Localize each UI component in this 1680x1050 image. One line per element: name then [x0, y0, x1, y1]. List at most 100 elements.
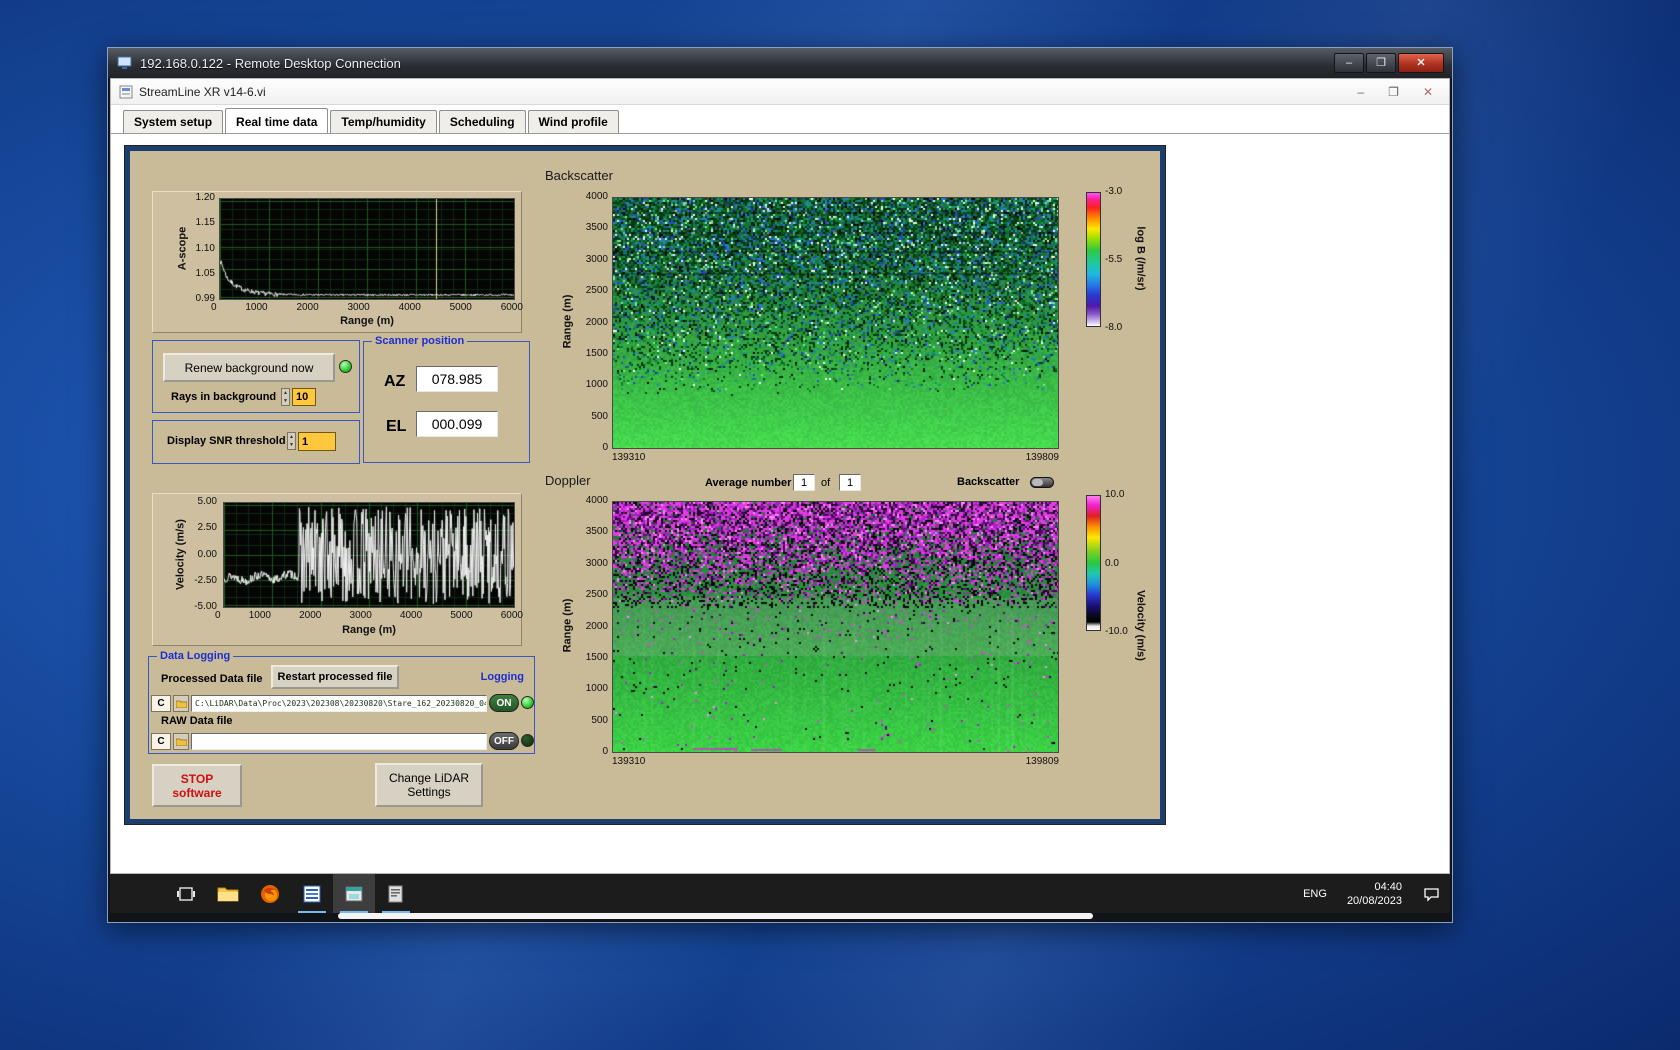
- rdp-maximize-button[interactable]: ❐: [1366, 53, 1396, 73]
- processed-browse-button[interactable]: [173, 695, 189, 712]
- rdp-window-controls: – ❐ ✕: [1334, 53, 1444, 73]
- firefox-icon: [261, 884, 279, 903]
- tick-label: 4000: [585, 191, 608, 202]
- folder-icon: [175, 700, 187, 708]
- rays-spinner[interactable]: ▲ ▼: [281, 388, 290, 406]
- app-titlebar[interactable]: StreamLine XR v14-6.vi – ❐ ✕: [111, 79, 1449, 105]
- restart-processed-file-button[interactable]: Restart processed file: [271, 665, 399, 689]
- tick-label: 1500: [585, 347, 608, 359]
- doppler-colorbar: [1086, 495, 1101, 631]
- rdp-titlebar[interactable]: 192.168.0.122 - Remote Desktop Connectio…: [108, 48, 1452, 78]
- backscatter-y-ticks: 4000 3500 3000 2500 2000 1500 1000 500 0: [570, 191, 608, 453]
- app-restore-button[interactable]: ❐: [1388, 85, 1399, 99]
- velocity-graph: Velocity (m/s) 5.00 2.50 0.00 -2.50 -5.00 01…: [152, 493, 523, 646]
- raw-logging-toggle[interactable]: OFF: [489, 732, 519, 750]
- tick-label: 4000: [399, 610, 423, 621]
- spin-up-icon[interactable]: ▲: [288, 433, 295, 441]
- scanner-position-group: Scanner position AZ 078.985 EL 000.099: [363, 335, 530, 463]
- raw-path-field[interactable]: [191, 733, 487, 750]
- app-close-button[interactable]: ✕: [1423, 85, 1433, 99]
- tab-scheduling[interactable]: Scheduling: [438, 110, 526, 133]
- processed-drive-selector[interactable]: C: [151, 695, 171, 712]
- tick-label: -8.0: [1105, 322, 1123, 333]
- tick-label: 1000: [585, 379, 608, 391]
- doppler-x-end: 139809: [1025, 756, 1059, 767]
- tab-bar: System setup Real time data Temp/humidit…: [111, 105, 1449, 134]
- rdp-horizontal-scrollbar[interactable]: [338, 913, 1093, 919]
- snr-spinner[interactable]: ▲ ▼: [287, 432, 296, 450]
- app-blue-button[interactable]: [291, 874, 333, 913]
- tick-label: 3000: [585, 253, 608, 265]
- rdp-window: 192.168.0.122 - Remote Desktop Connectio…: [107, 47, 1453, 923]
- renew-background-button[interactable]: Renew background now: [163, 353, 335, 382]
- taskbar: ENG 04:40 20/08/2023: [110, 874, 1450, 913]
- app-window-controls: – ❐ ✕: [1357, 85, 1433, 99]
- tick-label: 5.00: [197, 496, 217, 507]
- doppler-colorbar-title: Velocity (m/s): [1134, 590, 1147, 661]
- tab-real-time-data[interactable]: Real time data: [225, 108, 329, 133]
- tick-label: 2000: [299, 610, 322, 621]
- folder-icon: [175, 738, 187, 746]
- tab-system-setup[interactable]: System setup: [123, 110, 224, 133]
- tick-label: 0.0: [1105, 557, 1119, 569]
- firefox-button[interactable]: [249, 874, 291, 913]
- processed-logging-toggle[interactable]: ON: [489, 694, 519, 712]
- tick-label: 0.00: [197, 548, 217, 560]
- rays-in-background-label: Rays in background: [171, 391, 277, 403]
- data-logging-title: Data Logging: [157, 650, 234, 662]
- raw-drive-selector[interactable]: C: [151, 733, 171, 750]
- processed-path-field[interactable]: C:\LiDAR\Data\Proc\2023\202308\20230820\…: [191, 695, 487, 712]
- change-lidar-settings-button[interactable]: Change LiDAR Settings: [375, 763, 483, 807]
- doppler-x-start: 139310: [612, 756, 646, 767]
- rdp-minimize-button[interactable]: –: [1334, 53, 1364, 73]
- language-indicator[interactable]: ENG: [1293, 888, 1337, 900]
- tick-label: 1.10: [195, 242, 215, 254]
- ascope-graph: A-scope 1.20 1.15 1.10 1.05 0.99 0 1000 2000 30…: [152, 191, 523, 333]
- action-center-icon: [1423, 887, 1439, 902]
- scan-app-button[interactable]: [375, 874, 417, 913]
- average-number-field[interactable]: 1: [793, 474, 815, 491]
- tab-temp-humidity[interactable]: Temp/humidity: [330, 110, 437, 133]
- spin-up-icon[interactable]: ▲: [282, 389, 289, 397]
- app-window-title: StreamLine XR v14-6.vi: [139, 84, 266, 99]
- backscatter-heatmap-canvas: [613, 198, 1058, 448]
- tick-label: 6000: [500, 610, 523, 621]
- clock[interactable]: 04:40 20/08/2023: [1337, 880, 1412, 908]
- average-total-field[interactable]: 1: [839, 474, 861, 491]
- azimuth-label: AZ: [384, 373, 406, 390]
- velocity-x-ticks: 0 1000 2000 3000 4000 5000 6000: [215, 610, 523, 621]
- backscatter-toggle[interactable]: [1030, 477, 1054, 488]
- elevation-value: 000.099: [416, 411, 498, 437]
- task-view-button[interactable]: [165, 874, 207, 913]
- doppler-plot-area: [612, 501, 1059, 753]
- tab-wind-profile[interactable]: Wind profile: [527, 110, 619, 133]
- backscatter-colorbar-ticks: -3.0 -5.5 -8.0: [1105, 186, 1137, 333]
- backscatter-colorbar: [1086, 192, 1101, 327]
- rdp-close-button[interactable]: ✕: [1398, 53, 1444, 73]
- doppler-colorbar-ticks: 10.0 0.0 -10.0: [1105, 489, 1137, 637]
- doppler-x-range: 139310 139809: [612, 756, 1059, 767]
- streamline-app-button[interactable]: [333, 874, 375, 913]
- tick-label: 3000: [585, 557, 608, 569]
- tick-label: 1.15: [195, 217, 215, 229]
- ascope-x-axis-title: Range (m): [340, 315, 394, 327]
- rays-value-field[interactable]: 10: [292, 388, 316, 406]
- tick-label: -3.0: [1105, 186, 1123, 197]
- tick-label: 5000: [449, 302, 472, 313]
- clock-time: 04:40: [1374, 880, 1402, 893]
- file-explorer-button[interactable]: [207, 874, 249, 913]
- app-minimize-button[interactable]: –: [1357, 85, 1364, 99]
- tick-label: 3500: [585, 526, 608, 538]
- backscatter-x-start: 139310: [612, 452, 646, 463]
- spin-down-icon[interactable]: ▼: [282, 397, 289, 405]
- tick-label: 6000: [500, 302, 523, 313]
- raw-browse-button[interactable]: [173, 733, 189, 750]
- stop-software-button[interactable]: STOP software: [152, 764, 242, 807]
- tick-label: 2000: [585, 316, 608, 328]
- snr-value-field[interactable]: 1: [298, 432, 336, 451]
- tick-label: 0: [602, 442, 608, 453]
- of-label: of: [821, 477, 831, 489]
- background-led: [339, 360, 352, 373]
- spin-down-icon[interactable]: ▼: [288, 441, 295, 449]
- action-center-button[interactable]: [1412, 874, 1450, 913]
